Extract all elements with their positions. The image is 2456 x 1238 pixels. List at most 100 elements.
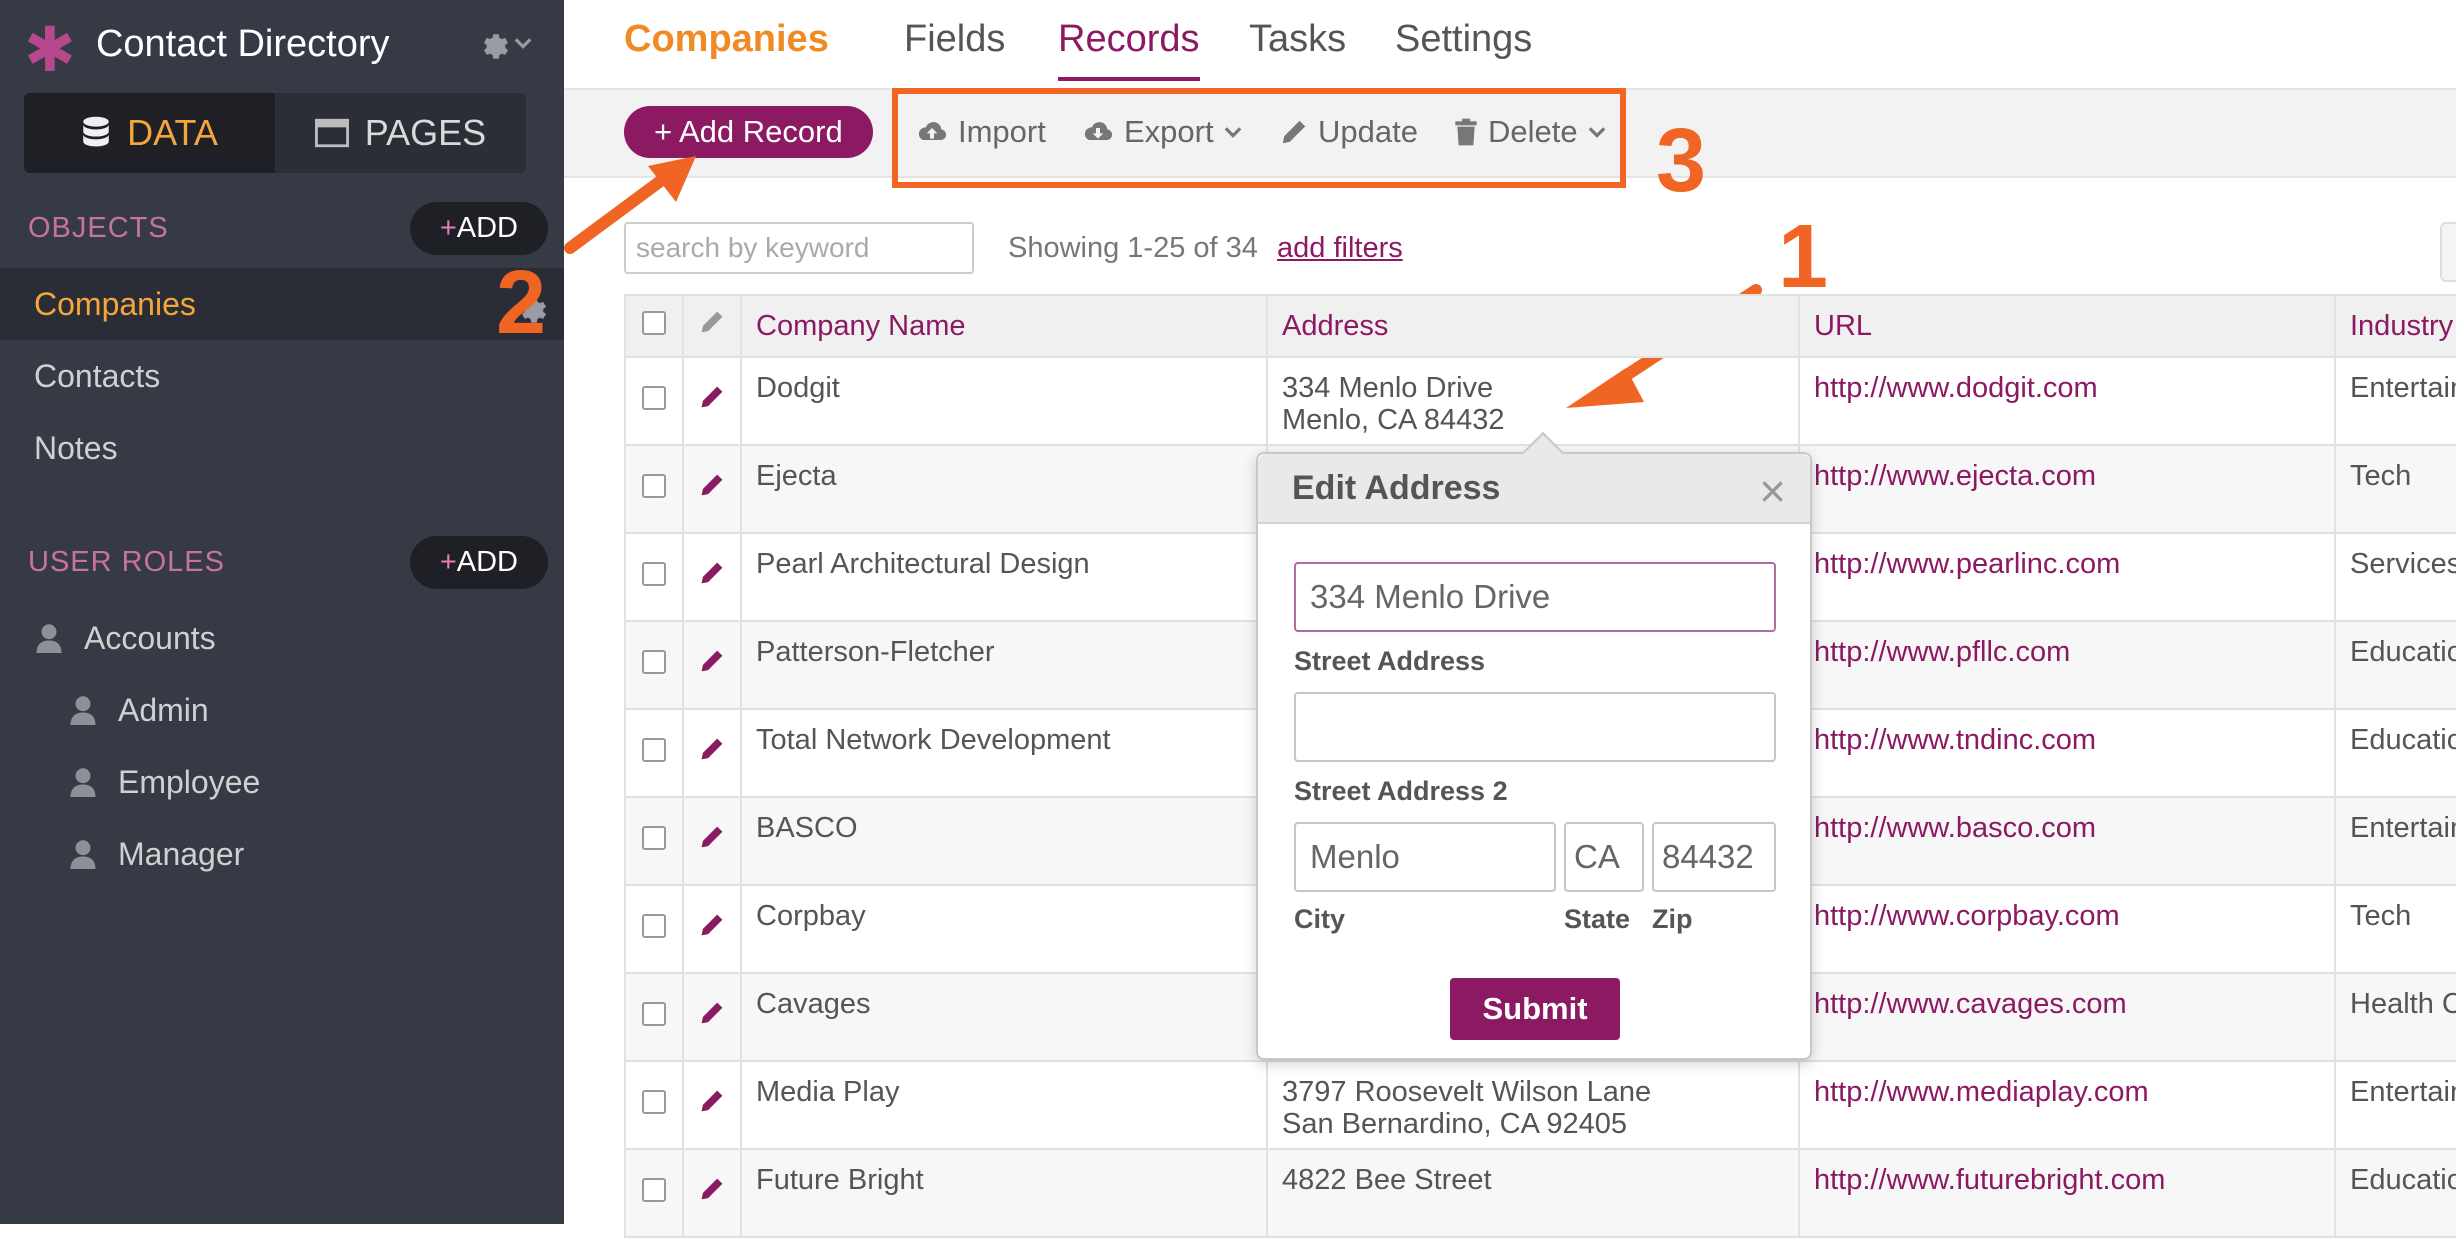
company-name-cell[interactable]: Cavages xyxy=(740,972,1268,1062)
url-cell[interactable]: http://www.mediaplay.com xyxy=(1798,1060,2336,1150)
url-link[interactable]: http://www.pearlinc.com xyxy=(1814,548,2120,580)
column-header-url[interactable]: URL xyxy=(1798,294,2336,358)
table-row: Dodgit 334 Menlo Drive Menlo, CA 84432 ht… xyxy=(624,356,2456,446)
sidebar-item-manager[interactable]: Manager xyxy=(70,824,244,884)
pencil-icon[interactable] xyxy=(699,824,725,850)
column-header-address[interactable]: Address xyxy=(1266,294,1800,358)
state-input[interactable] xyxy=(1564,822,1644,892)
pencil-icon[interactable] xyxy=(699,472,725,498)
tab-tasks[interactable]: Tasks xyxy=(1249,18,1346,61)
sidebar-item-employee[interactable]: Employee xyxy=(70,752,260,812)
add-filters-link[interactable]: add filters xyxy=(1277,232,1403,265)
pencil-icon[interactable] xyxy=(699,1088,725,1114)
row-checkbox[interactable] xyxy=(642,649,666,674)
company-name-cell[interactable]: Total Network Development xyxy=(740,708,1268,798)
search-input[interactable] xyxy=(624,222,974,274)
sidebar-item-admin[interactable]: Admin xyxy=(70,680,209,740)
close-icon[interactable]: × xyxy=(1759,464,1786,518)
zip-input[interactable] xyxy=(1652,822,1776,892)
tab-fields[interactable]: Fields xyxy=(904,18,1005,61)
industry-cell[interactable]: Entertainment xyxy=(2334,1060,2456,1150)
street-address-input[interactable] xyxy=(1294,562,1776,632)
company-name-cell[interactable]: Media Play xyxy=(740,1060,1268,1150)
row-select-cell xyxy=(624,884,684,974)
pencil-icon[interactable] xyxy=(699,560,725,586)
industry-cell[interactable]: Health Care xyxy=(2334,972,2456,1062)
company-name-cell[interactable]: Pearl Architectural Design xyxy=(740,532,1268,622)
pencil-icon[interactable] xyxy=(699,912,725,938)
pages-tab[interactable]: PAGES xyxy=(275,93,526,173)
row-checkbox[interactable] xyxy=(642,561,666,586)
sidebar-item-accounts[interactable]: Accounts xyxy=(36,608,216,668)
app-name: Contact Directory xyxy=(95,22,390,65)
pencil-icon[interactable] xyxy=(699,648,725,674)
row-checkbox[interactable] xyxy=(642,1177,666,1202)
url-cell[interactable]: http://www.ejecta.com xyxy=(1798,444,2336,534)
user-roles-label: USER ROLES xyxy=(28,545,225,578)
url-cell[interactable]: http://www.pearlinc.com xyxy=(1798,532,2336,622)
industry-cell[interactable]: Tech xyxy=(2334,444,2456,534)
row-select-cell xyxy=(624,708,684,798)
tab-records[interactable]: Records xyxy=(1058,18,1200,81)
address-cell[interactable]: 3797 Roosevelt Wilson Lane San Bernardino… xyxy=(1266,1060,1800,1150)
view-options-button[interactable] xyxy=(2440,222,2456,282)
url-cell[interactable]: http://www.corpbay.com xyxy=(1798,884,2336,974)
select-all-checkbox[interactable] xyxy=(642,310,666,335)
app-settings-menu[interactable] xyxy=(476,26,532,60)
column-header-company-name[interactable]: Company Name xyxy=(740,294,1268,358)
company-name-cell[interactable]: BASCO xyxy=(740,796,1268,886)
pencil-icon[interactable] xyxy=(699,1176,725,1202)
company-name-cell[interactable]: Ejecta xyxy=(740,444,1268,534)
address-line-1: 3797 Roosevelt Wilson Lane xyxy=(1282,1076,1652,1108)
industry-cell[interactable]: Education xyxy=(2334,708,2456,798)
row-checkbox[interactable] xyxy=(642,1089,666,1114)
company-name-cell[interactable]: Dodgit xyxy=(740,356,1268,446)
row-checkbox[interactable] xyxy=(642,913,666,938)
row-checkbox[interactable] xyxy=(642,385,666,410)
add-object-button[interactable]: +ADD xyxy=(409,201,548,255)
url-link[interactable]: http://www.dodgit.com xyxy=(1814,372,2098,404)
url-link[interactable]: http://www.futurebright.com xyxy=(1814,1164,2165,1196)
url-cell[interactable]: http://www.tndinc.com xyxy=(1798,708,2336,798)
app-title[interactable]: ✱ Contact Directory xyxy=(24,14,390,82)
url-cell[interactable]: http://www.basco.com xyxy=(1798,796,2336,886)
sidebar-item-contacts[interactable]: Contacts xyxy=(0,340,564,412)
add-user-role-button[interactable]: +ADD xyxy=(409,535,548,589)
url-link[interactable]: http://www.cavages.com xyxy=(1814,988,2127,1020)
street-address-2-input[interactable] xyxy=(1294,692,1776,762)
url-link[interactable]: http://www.corpbay.com xyxy=(1814,900,2120,932)
url-cell[interactable]: http://www.cavages.com xyxy=(1798,972,2336,1062)
industry-cell[interactable]: Education xyxy=(2334,620,2456,710)
industry-cell[interactable]: Services xyxy=(2334,532,2456,622)
sidebar-item-notes[interactable]: Notes xyxy=(0,412,564,484)
industry-cell[interactable]: Entertainment xyxy=(2334,796,2456,886)
address-cell[interactable]: 334 Menlo Drive Menlo, CA 84432 xyxy=(1266,356,1800,446)
url-link[interactable]: http://www.ejecta.com xyxy=(1814,460,2096,492)
company-name-cell[interactable]: Corpbay xyxy=(740,884,1268,974)
url-link[interactable]: http://www.tndinc.com xyxy=(1814,724,2096,756)
pencil-icon[interactable] xyxy=(699,736,725,762)
city-input[interactable] xyxy=(1294,822,1556,892)
industry-value: Entertainment xyxy=(2350,1076,2456,1108)
submit-button[interactable]: Submit xyxy=(1450,978,1620,1040)
url-cell[interactable]: http://www.pfllc.com xyxy=(1798,620,2336,710)
pencil-icon[interactable] xyxy=(699,384,725,410)
url-link[interactable]: http://www.basco.com xyxy=(1814,812,2096,844)
company-name-cell[interactable]: Patterson-Fletcher xyxy=(740,620,1268,710)
tab-settings[interactable]: Settings xyxy=(1395,18,1532,61)
url-link[interactable]: http://www.mediaplay.com xyxy=(1814,1076,2149,1108)
industry-cell[interactable]: Entertainment xyxy=(2334,356,2456,446)
sidebar-item-label: Notes xyxy=(34,429,118,466)
url-link[interactable]: http://www.pfllc.com xyxy=(1814,636,2070,668)
pencil-icon[interactable] xyxy=(699,1000,725,1026)
industry-cell[interactable]: Tech xyxy=(2334,884,2456,974)
row-checkbox[interactable] xyxy=(642,473,666,498)
row-checkbox[interactable] xyxy=(642,1001,666,1026)
column-header-industry[interactable]: Industry xyxy=(2334,294,2456,358)
url-cell[interactable]: http://www.dodgit.com xyxy=(1798,356,2336,446)
sidebar-item-companies[interactable]: Companies xyxy=(0,268,564,340)
row-checkbox[interactable] xyxy=(642,737,666,762)
data-tab[interactable]: DATA xyxy=(24,93,275,173)
sidebar-item-label: Contacts xyxy=(34,357,161,394)
row-checkbox[interactable] xyxy=(642,825,666,850)
